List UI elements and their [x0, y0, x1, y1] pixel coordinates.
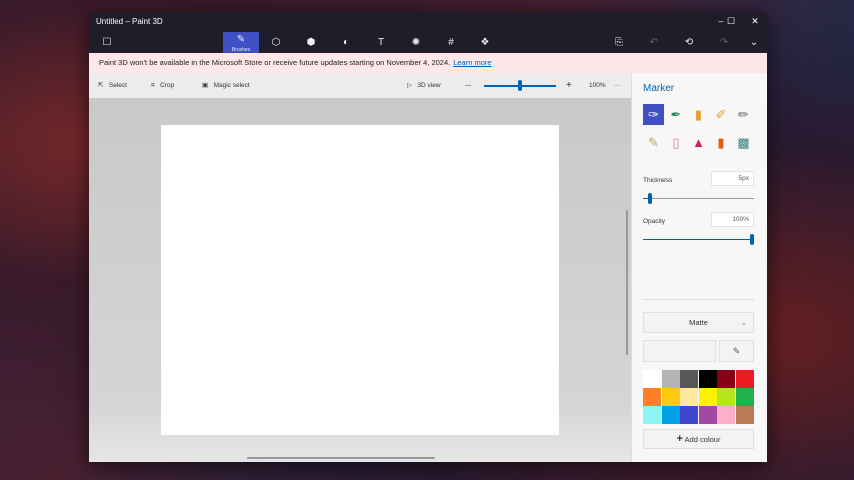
plus-icon: +	[676, 433, 683, 445]
paint3d-window: Untitled – Paint 3D – ☐ ✕ ☐ ✎ Brushes ⬡ ⬢…	[89, 12, 767, 462]
opacity-slider[interactable]	[643, 234, 754, 245]
text-icon[interactable]: T	[369, 32, 393, 53]
opacity-slider-thumb[interactable]	[750, 234, 754, 245]
colour-swatch[interactable]	[735, 388, 754, 406]
title-bar: Untitled – Paint 3D	[89, 12, 767, 32]
finish-dropdown[interactable]: Matte ⌄	[643, 312, 754, 333]
select-button[interactable]: ⇱ Select	[98, 73, 127, 98]
deprecation-banner: Paint 3D won't be available in the Micro…	[89, 53, 767, 73]
colour-swatch[interactable]	[680, 388, 699, 406]
colour-swatch[interactable]	[680, 370, 699, 388]
main-toolbar: ☐ ✎ Brushes ⬡ ⬢ ◐ T ✺ # ❖ ⎘ ↶ ⟲ ↷ ⌄	[89, 32, 767, 53]
eyedropper-icon[interactable]: ✎	[719, 340, 754, 362]
crop-button[interactable]: ⌗ Crop	[151, 73, 174, 98]
tool-brushes[interactable]: ✎ Brushes	[223, 32, 259, 53]
canvas-area	[89, 98, 631, 462]
zoom-out-button[interactable]: —	[465, 73, 472, 98]
canvas-icon[interactable]: #	[439, 32, 463, 53]
thickness-label: Thickness	[643, 177, 673, 184]
colour-swatch[interactable]	[643, 388, 662, 406]
add-colour-button[interactable]: + Add colour	[643, 429, 754, 449]
brush-panel: Marker ✑ ✒ ▮ ✐ ✏ ✎ ▯ ▲ ▮ ▩ Thickness 5px Opacity …	[631, 73, 767, 462]
3d-library-icon[interactable]: ❖	[473, 32, 497, 53]
thickness-slider-thumb[interactable]	[648, 193, 653, 204]
window-title: Untitled – Paint 3D	[96, 17, 163, 26]
colour-swatch[interactable]	[661, 370, 680, 388]
close-button[interactable]: ✕	[745, 12, 765, 30]
colour-swatch[interactable]	[661, 406, 680, 424]
colour-swatch[interactable]	[680, 406, 699, 424]
divider	[643, 299, 754, 300]
panel-title: Marker	[643, 83, 675, 94]
colour-swatch[interactable]	[735, 370, 754, 388]
colour-swatch[interactable]	[698, 406, 717, 424]
colour-swatch[interactable]	[698, 388, 717, 406]
drawing-canvas[interactable]	[161, 125, 559, 435]
brush-icon: ✎	[236, 34, 246, 45]
redo-icon[interactable]: ↷	[712, 32, 736, 53]
thickness-slider[interactable]	[643, 193, 754, 204]
colour-swatch[interactable]	[643, 406, 662, 424]
zoom-slider-thumb[interactable]	[518, 80, 522, 91]
zoom-in-button[interactable]: +	[566, 73, 572, 98]
3d-view-button[interactable]: ▷ 3D view	[407, 73, 441, 98]
watercolor-brush-icon[interactable]: ✐	[711, 104, 732, 125]
pixel-pen-brush-icon[interactable]: ✏	[733, 104, 754, 125]
pencil-brush-icon[interactable]: ✎	[643, 132, 664, 153]
history-icon[interactable]: ⟲	[677, 32, 701, 53]
menu-icon[interactable]: ☐	[95, 32, 119, 53]
colour-swatch[interactable]	[717, 406, 736, 424]
effects-icon[interactable]: ✺	[404, 32, 428, 53]
3d-shapes-icon[interactable]: ⬢	[299, 32, 323, 53]
opacity-label: Opacity	[643, 218, 666, 225]
stickers-icon[interactable]: ◐	[334, 32, 358, 53]
eraser-brush-icon[interactable]: ▯	[666, 132, 687, 153]
marker-brush-icon[interactable]: ✑	[643, 104, 664, 125]
more-button[interactable]: ···	[614, 73, 621, 98]
finish-value: Matte	[689, 318, 708, 327]
zoom-level: 100%	[589, 82, 606, 89]
maximize-button[interactable]: ☐	[721, 12, 741, 30]
learn-more-link[interactable]: Learn more	[453, 58, 491, 67]
colour-swatch[interactable]	[698, 370, 717, 388]
current-colour-swatch[interactable]	[643, 340, 716, 362]
magic-select-button[interactable]: ▣ Magic select	[202, 73, 250, 98]
colour-swatch[interactable]	[643, 370, 662, 388]
colour-swatch[interactable]	[661, 388, 680, 406]
chevron-down-icon: ⌄	[740, 318, 747, 327]
thickness-input[interactable]: 5px	[711, 171, 754, 186]
paste-icon[interactable]: ⎘	[607, 32, 631, 53]
crayon-brush-icon[interactable]: ▲	[688, 132, 709, 153]
sub-toolbar: ⇱ Select ⌗ Crop ▣ Magic select ▷ 3D view…	[89, 73, 631, 98]
horizontal-scrollbar[interactable]	[247, 457, 435, 459]
colour-swatch[interactable]	[717, 370, 736, 388]
spray-can-brush-icon[interactable]: ▮	[711, 132, 732, 153]
colour-swatch[interactable]	[735, 406, 754, 424]
colour-swatch[interactable]	[717, 388, 736, 406]
opacity-input[interactable]: 100%	[711, 212, 754, 227]
banner-text: Paint 3D won't be available in the Micro…	[99, 58, 451, 67]
calligraphy-pen-brush-icon[interactable]: ✒	[666, 104, 687, 125]
2d-shapes-icon[interactable]: ⬡	[264, 32, 288, 53]
fill-brush-icon[interactable]: ▩	[733, 132, 754, 153]
vertical-scrollbar[interactable]	[626, 210, 628, 355]
undo-icon[interactable]: ↶	[642, 32, 666, 53]
oil-brush-brush-icon[interactable]: ▮	[688, 104, 709, 125]
expand-icon[interactable]: ⌄	[742, 32, 766, 53]
zoom-slider[interactable]	[484, 80, 556, 91]
add-colour-label: Add colour	[684, 435, 721, 444]
